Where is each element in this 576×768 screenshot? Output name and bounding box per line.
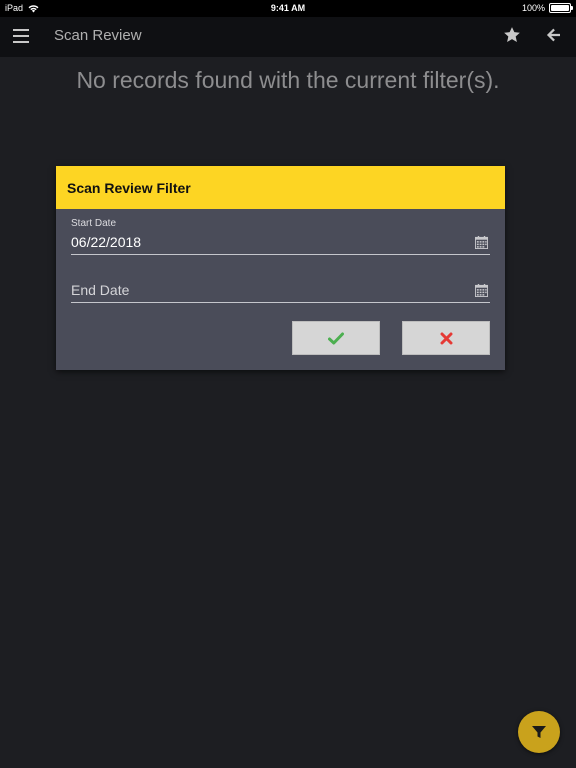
close-x-icon	[440, 332, 452, 344]
page-title: Scan Review	[54, 27, 142, 44]
start-date-label: Start Date	[71, 218, 117, 229]
status-time: 9:41 AM	[270, 3, 306, 13]
calendar-icon[interactable]	[475, 284, 488, 297]
filter-fab-button[interactable]	[518, 711, 560, 753]
filter-dialog: Scan Review Filter Start Date 06/22/2018…	[56, 166, 505, 370]
status-bar-right: 100%	[521, 3, 573, 13]
status-bar: iPad 9:41 AM 100%	[0, 0, 576, 17]
cancel-button[interactable]	[402, 321, 490, 355]
arrow-left-icon[interactable]	[545, 26, 563, 44]
calendar-icon[interactable]	[475, 236, 488, 249]
start-date-field[interactable]: Start Date 06/22/2018	[71, 218, 490, 255]
hamburger-menu-icon[interactable]	[13, 29, 29, 43]
filter-funnel-icon	[532, 726, 546, 738]
checkmark-icon	[328, 332, 344, 344]
app-bar: Scan Review	[0, 17, 576, 57]
star-icon[interactable]	[502, 25, 522, 45]
battery-icon	[549, 3, 573, 13]
dialog-title: Scan Review Filter	[67, 179, 191, 196]
empty-state-message: No records found with the current filter…	[76, 67, 500, 93]
confirm-button[interactable]	[292, 321, 380, 355]
battery-percent: 100%	[521, 3, 545, 13]
start-date-value: 06/22/2018	[71, 234, 142, 250]
dialog-header: Scan Review Filter	[56, 166, 505, 209]
end-date-placeholder: End Date	[71, 282, 130, 298]
end-date-field[interactable]: End Date	[71, 279, 490, 303]
